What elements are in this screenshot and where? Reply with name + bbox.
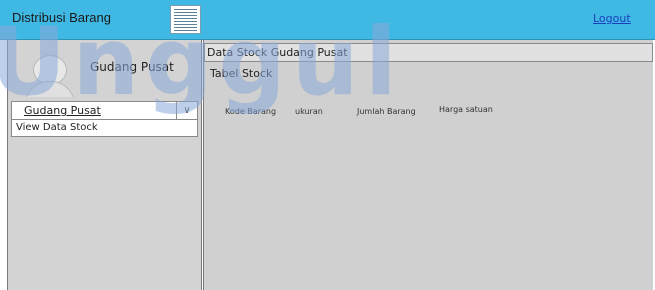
sidebar: Gudang Pusat Gudang Pusat ∨ View Data St… (7, 40, 202, 290)
breadcrumb: Data Stock Gudang Pusat (204, 43, 653, 62)
top-bar: Distribusi Barang Logout (0, 0, 655, 40)
chevron-down-icon[interactable]: ∨ (176, 102, 197, 119)
menu-icon[interactable] (170, 5, 201, 34)
breadcrumb-text: Data Stock Gudang Pusat (207, 46, 348, 59)
warehouse-select[interactable]: Gudang Pusat ∨ (11, 101, 198, 120)
section-title: Tabel Stock (210, 67, 273, 80)
column-header-ukuran: ukuran (295, 107, 323, 116)
sidebar-item-label: View Data Stock (16, 122, 98, 133)
sidebar-item-view-data-stock[interactable]: View Data Stock (11, 120, 198, 137)
user-name: Gudang Pusat (90, 60, 174, 74)
column-header-harga-satuan: Harga satuan (439, 105, 493, 114)
main-content: Data Stock Gudang Pusat Tabel Stock Kode… (203, 40, 653, 290)
warehouse-select-value: Gudang Pusat (24, 104, 101, 117)
column-header-kode-barang: Kode Barang (225, 107, 277, 116)
column-header-jumlah-barang: Jumlah Barang (357, 107, 416, 116)
logout-link[interactable]: Logout (593, 12, 631, 25)
avatar-icon (25, 55, 75, 97)
app-title: Distribusi Barang (12, 10, 111, 25)
